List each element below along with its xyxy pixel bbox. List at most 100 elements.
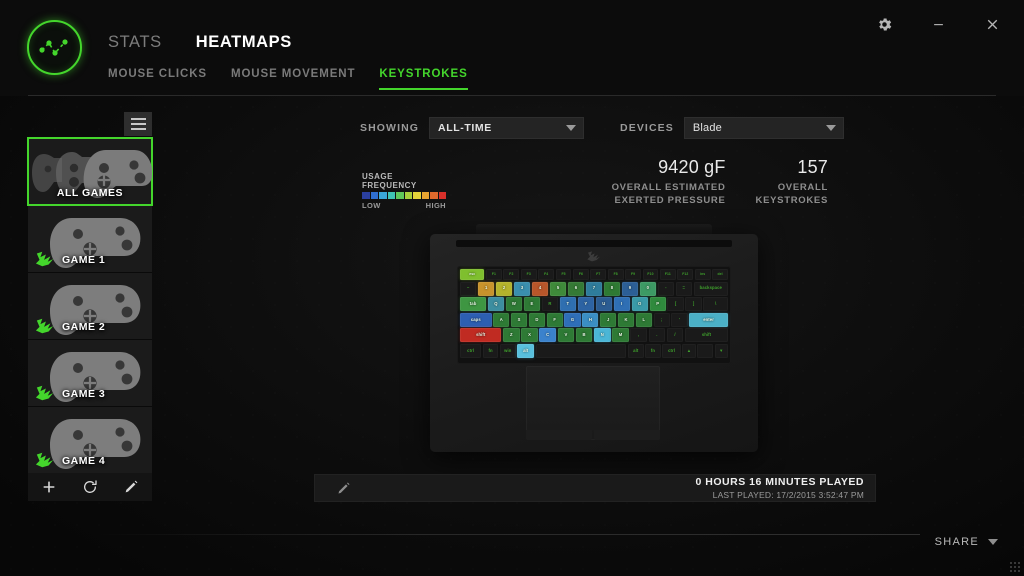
keyboard-heatmap[interactable]: esc F1 F2 F3 F4 F5 F6 F7 F8 F9 F10 F11 F12 ins del ~1 2 3… — [457, 266, 731, 364]
key-F11: F11 — [659, 269, 676, 280]
tab-keystrokes[interactable]: KEYSTROKES — [379, 68, 468, 90]
key-label: ~ — [466, 285, 470, 291]
key-ctrl: ctrl — [460, 343, 482, 358]
share-label: SHARE — [934, 536, 979, 548]
key-space: \ — [703, 297, 728, 312]
key-label: S — [517, 316, 521, 322]
settings-button[interactable] — [870, 10, 898, 38]
stat-label: OVERALL ESTIMATED EXERTED PRESSURE — [611, 181, 726, 206]
key-T: T — [559, 297, 577, 312]
key-ctrl: ctrl — [662, 343, 681, 358]
key-label: shift — [701, 332, 712, 338]
key-space — [535, 343, 627, 358]
laptop-base: esc F1 F2 F3 F4 F5 F6 F7 F8 F9 F10 F11 F12 ins del ~1 2 3… — [430, 234, 758, 452]
key-Y: Y — [577, 297, 595, 312]
sidebar-item-game-4[interactable]: GAME 4 — [28, 406, 152, 473]
key-label: F6 — [578, 271, 584, 276]
edit-game-button[interactable] — [123, 479, 139, 495]
usage-frequency-legend: USAGE FREQUENCY LOW HIGH — [362, 172, 446, 210]
legend-low-label: LOW — [362, 201, 381, 210]
key-space: ▼ — [714, 343, 728, 358]
filter-toolbar: SHOWING ALL-TIME DEVICES Blade — [360, 117, 844, 139]
key-label: T — [566, 301, 570, 307]
share-button[interactable]: SHARE — [935, 536, 998, 548]
tab-mouse-clicks[interactable]: MOUSE CLICKS — [108, 68, 207, 88]
key-label: G — [570, 316, 575, 322]
key-H: H — [582, 312, 599, 327]
key-R: R — [541, 297, 559, 312]
tab-heatmaps[interactable]: HEATMAPS — [196, 33, 292, 52]
key-label: \ — [715, 301, 717, 307]
refresh-games-button[interactable] — [82, 479, 98, 495]
key-label: 9 — [628, 285, 632, 291]
devices-dropdown[interactable]: Blade — [683, 117, 844, 139]
key-space — [697, 343, 713, 358]
sidebar-item-label: GAME 3 — [62, 388, 106, 400]
hamburger-icon[interactable] — [124, 112, 152, 136]
hamburger-bar — [130, 128, 146, 130]
tab-stats[interactable]: STATS — [108, 33, 162, 52]
summary-stats: 9420 gF OVERALL ESTIMATED EXERTED PRESSU… — [611, 157, 828, 207]
key-label: ctrl — [467, 347, 475, 353]
key-caps: caps — [460, 312, 492, 327]
key-label: - — [665, 285, 667, 291]
edit-playtime-button[interactable] — [336, 481, 351, 496]
key-alt: alt — [627, 343, 644, 358]
key-C: C — [539, 328, 557, 343]
showing-dropdown[interactable]: ALL-TIME — [429, 117, 585, 139]
sidebar-item-label: GAME 4 — [62, 455, 106, 467]
sidebar-item-game-1[interactable]: GAME 1 — [28, 205, 152, 272]
key-label: esc — [469, 271, 476, 276]
legend-title: USAGE FREQUENCY — [362, 172, 417, 190]
sub-tabs: MOUSE CLICKS MOUSE MOVEMENT KEYSTROKES — [108, 68, 468, 90]
key-X: X — [521, 328, 538, 343]
key-G: G — [564, 312, 581, 327]
key-label: ▲ — [686, 347, 692, 353]
sidebar-item-label: GAME 2 — [62, 321, 106, 333]
key-label: K — [624, 316, 628, 322]
tab-mouse-movement[interactable]: MOUSE MOVEMENT — [231, 68, 355, 88]
key-del: del — [712, 269, 728, 280]
key-label: M — [618, 332, 623, 338]
key-label: tab — [469, 301, 477, 307]
legend-swatch-8 — [430, 192, 438, 199]
key-V: V — [557, 328, 575, 343]
key-F4: F4 — [538, 269, 555, 280]
resize-grip[interactable] — [1009, 561, 1021, 573]
key-label: X — [528, 332, 531, 338]
key-space: ~ — [460, 281, 477, 296]
legend-swatch-5 — [404, 192, 412, 199]
key-label: / — [674, 332, 676, 338]
key-label: O — [638, 301, 642, 307]
key-Z: Z — [503, 328, 520, 343]
key-label: F9 — [631, 271, 636, 276]
key-N: N — [594, 328, 611, 343]
window-controls — [870, 10, 1006, 38]
sidebar-item-game-3[interactable]: GAME 3 — [28, 339, 152, 406]
key-label: F3 — [526, 271, 531, 276]
key-label: , — [638, 332, 640, 338]
pencil-icon — [338, 482, 350, 493]
laptop-hinge — [456, 240, 732, 247]
devices-label: DEVICES — [620, 122, 674, 134]
key-F1: F1 — [486, 269, 502, 280]
key-E: E — [523, 297, 541, 312]
key-F12: F12 — [677, 269, 694, 280]
key-shift: shift — [684, 328, 729, 343]
key-label: = — [682, 285, 686, 291]
close-button[interactable] — [978, 10, 1006, 38]
key-label: backspace — [699, 285, 722, 291]
trackpad-button-right — [594, 430, 660, 440]
minimize-button[interactable] — [924, 10, 952, 38]
legend-swatch-3 — [387, 192, 395, 199]
keyboard-row: esc F1 F2 F3 F4 F5 F6 F7 F8 F9 F10 F11 F12 ins del — [460, 269, 728, 280]
sidebar-item-label: GAME 1 — [62, 254, 106, 266]
key-label: F5 — [561, 271, 566, 276]
sidebar-item-game-2[interactable]: GAME 2 — [28, 272, 152, 339]
keyboard-row: ctrl fn win alt alt fn ctrl ▲ ▼ — [460, 343, 728, 358]
key-label: ctrl — [668, 347, 675, 353]
sidebar-item-all-games[interactable]: ALL GAMES — [27, 137, 153, 206]
chevron-down-icon — [825, 125, 836, 131]
add-game-button[interactable] — [41, 479, 57, 495]
refresh-icon — [84, 480, 97, 493]
